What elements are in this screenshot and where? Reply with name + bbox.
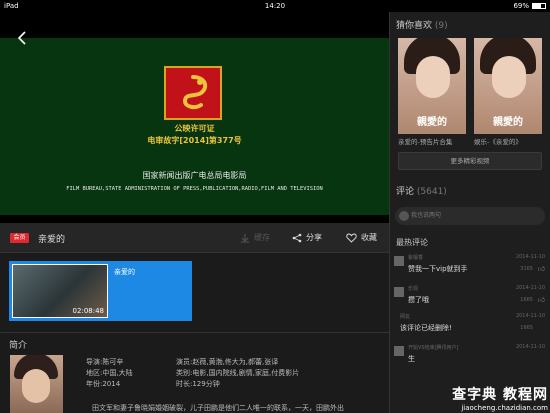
clock: 14:20 (264, 2, 286, 10)
agency-name-cn: 国家新闻出版广电总局电影局 (142, 171, 247, 180)
director-info: 导演:陈可辛 (86, 358, 124, 366)
comment-input-icon (399, 211, 409, 221)
year-info: 年份:2014 (86, 380, 121, 388)
comment-user[interactable]: 网友 (400, 313, 410, 320)
divider (0, 332, 389, 333)
video-player[interactable]: 公映许可证 电审故字[2014]第377号 国家新闻出版广电总局电影局 FILM… (0, 12, 389, 223)
dragon-logo-icon (164, 66, 222, 120)
watermark-url: jiaocheng.chazidian.com (461, 404, 548, 412)
status-bar: iPad 14:20 69% (0, 0, 550, 12)
comment-user[interactable]: 紫檀香 (408, 254, 423, 261)
recommend-brand-1: 親愛的 (417, 117, 447, 128)
comment-time: 2014-11-10 (515, 285, 545, 291)
hot-comments-heading: 最热评论 (396, 238, 428, 247)
share-label: 分享 (306, 233, 322, 242)
comment-time: 2014-11-10 (515, 313, 545, 319)
recommend-caption-2[interactable]: 娱乐-《亲爱的》 (474, 136, 544, 146)
thumbs-up-icon[interactable]: 👍︎ (538, 295, 545, 304)
agency-name-en: FILM BUREAU,STATE ADMINISTRATION OF PRES… (66, 186, 323, 192)
region-info: 地区:中国,大陆 (86, 369, 133, 377)
episode-duration: 02:08:48 (72, 307, 104, 315)
runtime-info: 时长:129分钟 (176, 380, 220, 388)
comment-likes: 1665 (520, 325, 533, 331)
avatar[interactable] (394, 256, 404, 266)
comment-placeholder: 我也说两句 (411, 212, 442, 219)
license-title: 公映许可证 (174, 124, 215, 133)
thumbs-up-icon[interactable]: 👍︎ (538, 264, 545, 273)
intro-heading: 简介 (9, 341, 28, 351)
avatar[interactable] (394, 346, 404, 356)
recommend-card-2[interactable]: 親愛的 (474, 38, 542, 134)
comment-likes: 3165 (520, 266, 533, 272)
back-icon[interactable] (14, 30, 30, 46)
share-icon (292, 233, 302, 242)
comment-text: 该评论已经删除! (400, 324, 452, 332)
battery-percent: 69% (513, 2, 529, 10)
comment-time: 2014-11-10 (515, 344, 545, 350)
watermark: 查字典 教程网 jiaocheng.chazidian.com (418, 384, 548, 413)
more-videos-button[interactable]: 更多精彩视频 (398, 152, 542, 170)
cast-info: 演员:赵薇,黄渤,佟大为,郝蕾,张译 (176, 358, 279, 366)
comment-likes: 1665 (520, 297, 533, 303)
comment-time: 2014-11-10 (515, 254, 545, 260)
action-bar: 会员 亲爱的 缓存 分享 收藏 (0, 223, 389, 253)
side-panel: 猜你喜欢 (9) 親愛的 親愛的 亲爱的-预告片合集 娱乐-《亲爱的》 更多精彩… (389, 12, 550, 413)
battery-indicator: 69% (513, 2, 546, 10)
episode-thumbnail: 02:08:48 (12, 264, 108, 318)
comment-text: 攒了哦 (408, 296, 429, 304)
download-button[interactable]: 缓存 (240, 232, 270, 243)
synopsis-text: 田文军和妻子鲁晓娟婚姻破裂，儿子田鹏是他们二人唯一的联系，一天，田鹏外出 (92, 404, 344, 412)
video-title: 亲爱的 (38, 235, 66, 245)
comment-input[interactable]: 我也说两句 (395, 207, 545, 225)
comment-user[interactable]: 乐观 (408, 285, 418, 292)
recommend-brand-2: 親愛的 (493, 117, 523, 128)
avatar[interactable] (394, 287, 404, 297)
genre-info: 类别:电影,国内院线,剧情,家庭,付费影片 (176, 369, 300, 377)
favorite-button[interactable]: 收藏 (346, 232, 377, 243)
comment-user[interactable]: 开始VS结束[腾讯用户] (408, 344, 459, 351)
download-icon (241, 233, 249, 242)
download-label: 缓存 (254, 233, 270, 242)
share-button[interactable]: 分享 (292, 232, 322, 243)
episode-title: 亲爱的 (114, 268, 135, 276)
license-number: 电审故字[2014]第377号 (147, 136, 242, 145)
comments-heading: 评论 (5641) (396, 187, 447, 197)
vip-badge: 会员 (10, 233, 29, 243)
comment-text: 生 (408, 355, 415, 363)
recommend-heading: 猜你喜欢 (9) (396, 21, 448, 31)
heart-icon (346, 233, 357, 243)
recommend-caption-1[interactable]: 亲爱的-预告片合集 (398, 136, 468, 146)
episode-card[interactable]: 02:08:48 亲爱的 (9, 261, 192, 321)
recommend-card-1[interactable]: 親愛的 (398, 38, 466, 134)
comment-text: 赞我一下vip就到手 (408, 265, 468, 273)
watermark-title: 查字典 教程网 (452, 387, 548, 403)
movie-poster (10, 355, 63, 413)
app-root: iPad 14:20 69% 公映许可证 电审故字[2014]第377号 国家新… (0, 0, 550, 413)
battery-icon (532, 3, 546, 9)
favorite-label: 收藏 (361, 233, 377, 242)
